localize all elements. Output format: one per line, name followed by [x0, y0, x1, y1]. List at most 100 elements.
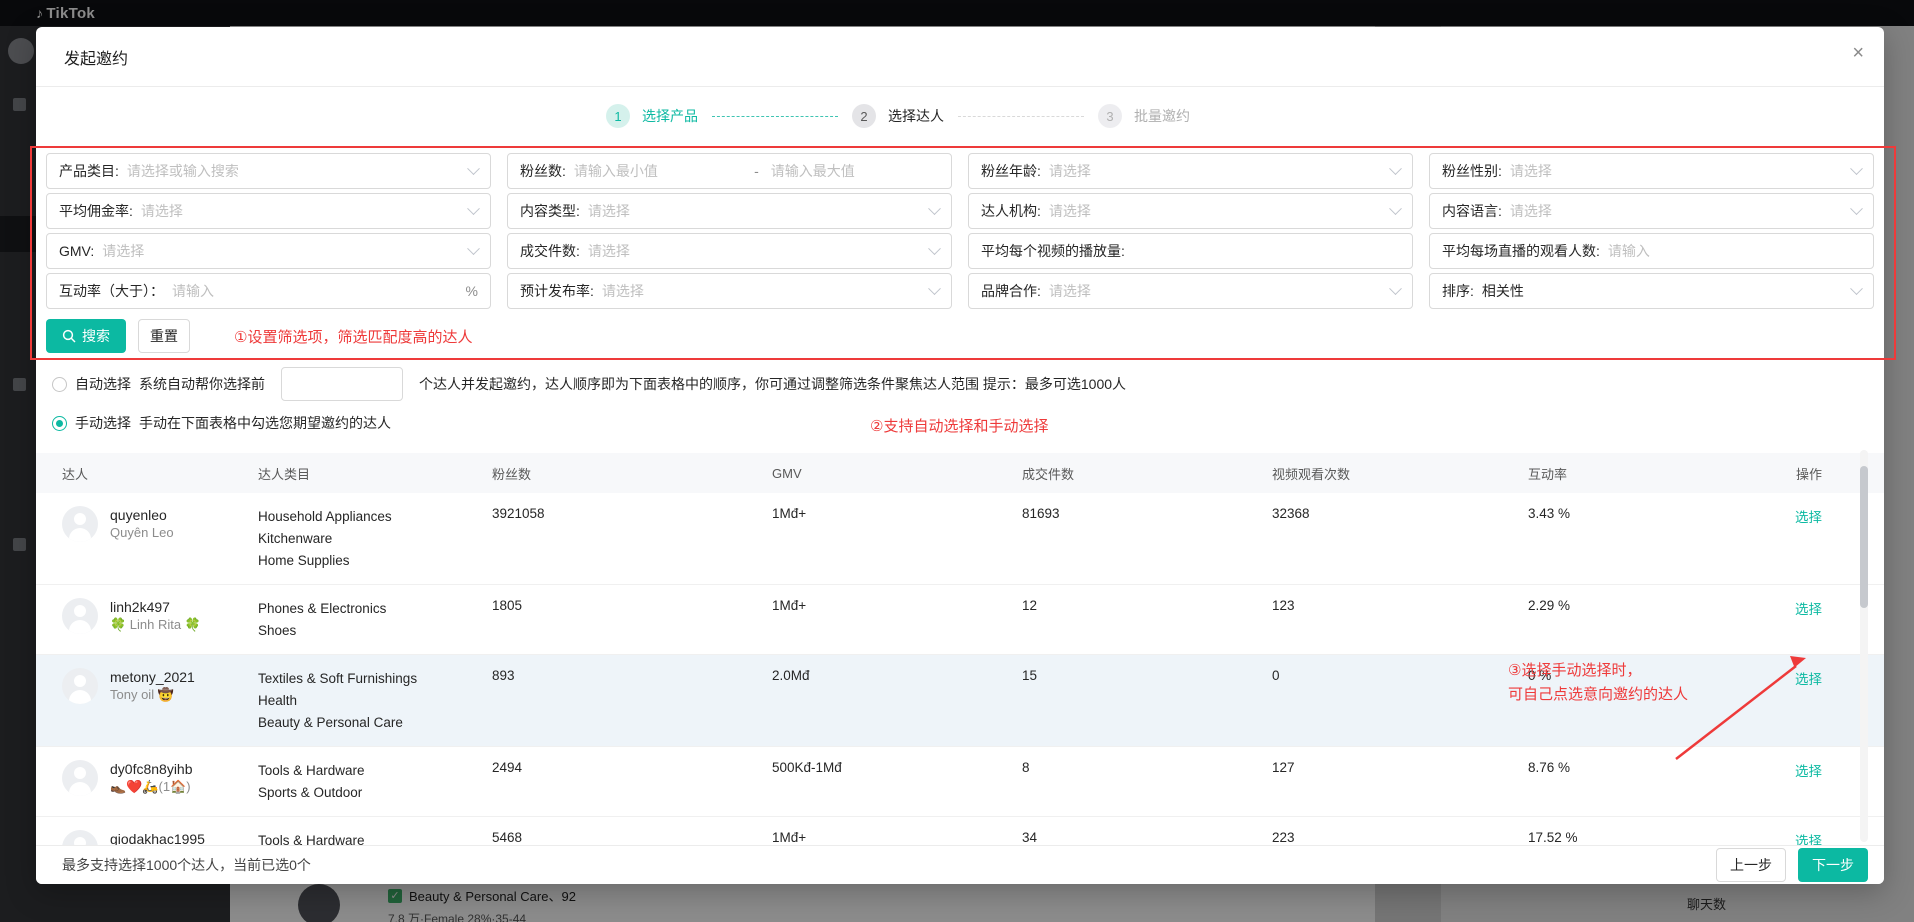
creator-name: Tony oil 🤠: [110, 686, 195, 703]
manual-select-radio[interactable]: [52, 416, 67, 431]
filter-gmv[interactable]: GMV: 请选择: [46, 233, 491, 269]
gmv-value: 2.0Mđ: [772, 668, 1022, 683]
filter-engagement-rate[interactable]: 互动率（大于）： 请输入 %: [46, 273, 491, 309]
step-batch-invite: 3 批量邀约: [1098, 104, 1190, 128]
filter-placeholder: 请选择: [141, 201, 183, 221]
auto-select-row: 自动选择 系统自动帮你选择前 个达人并发起邀约，达人顺序即为下面表格中的顺序，你…: [52, 367, 1874, 401]
step-label: 选择产品: [642, 106, 698, 126]
close-icon[interactable]: ×: [1852, 43, 1864, 63]
followers-value: 5468: [492, 830, 772, 845]
gmv-value: 500Kđ-1Mđ: [772, 760, 1022, 775]
col-creator: 达人: [62, 464, 258, 483]
filter-label: 粉丝性别:: [1442, 161, 1502, 181]
filter-label: 粉丝数:: [520, 161, 566, 181]
table-row: quyenleo Quyên Leo Household AppliancesK…: [36, 493, 1884, 585]
avatar: [62, 668, 98, 704]
units-value: 8: [1022, 760, 1272, 775]
followers-value: 3921058: [492, 506, 772, 521]
previous-step-button[interactable]: 上一步: [1716, 848, 1786, 882]
select-link[interactable]: 选择: [1795, 510, 1822, 525]
category: Phones & Electronics: [258, 598, 492, 620]
filter-brand-collab[interactable]: 品牌合作: 请选择: [968, 273, 1413, 309]
avatar: [62, 506, 98, 542]
chevron-down-icon: [1850, 162, 1863, 175]
filter-label: 互动率（大于）：: [59, 281, 164, 301]
step-select-product: 1 选择产品: [606, 104, 698, 128]
filter-sort[interactable]: 排序: 相关性: [1429, 273, 1874, 309]
filter-avg-live-viewers[interactable]: 平均每场直播的观看人数: 请输入: [1429, 233, 1874, 269]
search-button-label: 搜索: [82, 326, 110, 346]
annotation-3-line2: 可自己点选意向邀约的达人: [1508, 683, 1688, 707]
table-row: dy0fc8n8yihb 👞❤️🛵(1🏠) Tools & HardwareSp…: [36, 747, 1884, 817]
step-number: 2: [852, 104, 876, 128]
annotation-2: ②支持自动选择和手动选择: [870, 415, 1048, 436]
views-value: 223: [1272, 830, 1528, 845]
category: Kitchenware: [258, 528, 492, 550]
auto-select-radio[interactable]: [52, 377, 67, 392]
chevron-down-icon: [1850, 282, 1863, 295]
filter-placeholder: 请选择: [602, 281, 644, 301]
category: Household Appliances: [258, 506, 492, 528]
filter-label: 成交件数:: [520, 241, 580, 261]
select-link[interactable]: 选择: [1795, 602, 1822, 617]
table-row: linh2k497 🍀 Linh Rita 🍀 Phones & Electro…: [36, 585, 1884, 655]
creator-handle: metony_2021: [110, 668, 195, 686]
filter-placeholder: 请选择: [1510, 161, 1552, 181]
filter-avg-video-views[interactable]: 平均每个视频的播放量:: [968, 233, 1413, 269]
filter-label: 排序:: [1442, 281, 1474, 301]
annotation-1: ①设置筛选项，筛选匹配度高的达人: [234, 326, 472, 347]
filter-content-language[interactable]: 内容语言: 请选择: [1429, 193, 1874, 229]
filter-label: 预计发布率:: [520, 281, 594, 301]
category: Home Supplies: [258, 550, 492, 572]
modal-footer: 最多支持选择1000个达人，当前已选0个 上一步 下一步: [36, 845, 1884, 884]
filter-label: GMV:: [59, 243, 94, 259]
creator-handle: quyenleo: [110, 506, 174, 524]
filter-product-category[interactable]: 产品类目: 请选择或输入搜索: [46, 153, 491, 189]
chevron-down-icon: [1389, 162, 1402, 175]
filter-follower-count-range[interactable]: 粉丝数: 请输入最小值 - 请输入最大值: [507, 153, 952, 189]
filter-label: 达人机构:: [981, 201, 1041, 221]
chevron-down-icon: [1389, 202, 1402, 215]
filter-label: 内容类型:: [520, 201, 580, 221]
filter-label: 内容语言:: [1442, 201, 1502, 221]
followers-value: 893: [492, 668, 772, 683]
filter-fan-age[interactable]: 粉丝年龄: 请选择: [968, 153, 1413, 189]
table-header: 达人 达人类目 粉丝数 GMV 成交件数 视频观看次数 互动率 操作: [36, 453, 1884, 493]
col-category: 达人类目: [258, 464, 492, 483]
table-scrollbar-thumb[interactable]: [1860, 466, 1868, 608]
filter-avg-commission[interactable]: 平均佣金率: 请选择: [46, 193, 491, 229]
step-label: 选择达人: [888, 106, 944, 126]
next-step-button[interactable]: 下一步: [1798, 848, 1868, 882]
filter-units-sold[interactable]: 成交件数: 请选择: [507, 233, 952, 269]
filter-content-type[interactable]: 内容类型: 请选择: [507, 193, 952, 229]
category: Tools & Hardware: [258, 760, 492, 782]
avatar: [62, 760, 98, 796]
filter-placeholder: 请输入: [1608, 241, 1650, 261]
filter-actions: 搜索 重置 ①设置筛选项，筛选匹配度高的达人: [36, 309, 1884, 353]
engagement-value: 3.43 %: [1528, 506, 1728, 521]
filter-fan-gender[interactable]: 粉丝性别: 请选择: [1429, 153, 1874, 189]
col-units: 成交件数: [1022, 464, 1272, 483]
creator-name: Quyên Leo: [110, 524, 174, 541]
annotation-3-line1: ③选择手动选择时，: [1508, 659, 1688, 683]
views-value: 0: [1272, 668, 1528, 683]
followers-value: 1805: [492, 598, 772, 613]
filter-estimated-post-rate[interactable]: 预计发布率: 请选择: [507, 273, 952, 309]
select-link[interactable]: 选择: [1795, 764, 1822, 779]
filter-creator-agency[interactable]: 达人机构: 请选择: [968, 193, 1413, 229]
gmv-value: 1Mđ+: [772, 598, 1022, 613]
filter-placeholder: 请选择: [1049, 161, 1091, 181]
engagement-value: 2.29 %: [1528, 598, 1728, 613]
filter-label: 产品类目:: [59, 161, 119, 181]
reset-button[interactable]: 重置: [138, 319, 190, 353]
col-views: 视频观看次数: [1272, 464, 1528, 483]
auto-select-desc-after: 个达人并发起邀约，达人顺序即为下面表格中的顺序，你可通过调整筛选条件聚焦达人范围…: [419, 374, 1126, 394]
category: Health: [258, 690, 492, 712]
select-link[interactable]: 选择: [1795, 672, 1822, 687]
auto-select-label: 自动选择: [75, 374, 131, 394]
manual-select-label: 手动选择: [75, 413, 131, 433]
step-select-creator: 2 选择达人: [852, 104, 944, 128]
search-button[interactable]: 搜索: [46, 319, 126, 353]
auto-count-input[interactable]: [281, 367, 403, 401]
creator-handle: linh2k497: [110, 598, 201, 616]
